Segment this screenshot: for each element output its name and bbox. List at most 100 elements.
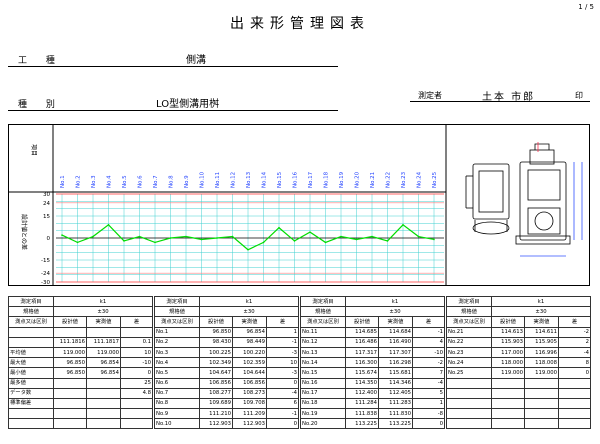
table-cell: 116.996 <box>524 346 559 359</box>
table-cell: 115.681 <box>378 367 413 379</box>
work-type-label: 工 種 <box>18 56 63 66</box>
table-row: No.16 114.350 114.346 -4 <box>300 377 445 389</box>
table-row: No.18 111.284 111.283 1 <box>300 397 445 410</box>
table-cell: 96.850 <box>53 357 87 369</box>
table-cell: No.13 <box>300 346 346 359</box>
table-row: No.8 109.689 109.708 6 <box>154 397 299 410</box>
table-row: No.2 98.430 98.449 -1 <box>154 336 299 348</box>
measurer-label: 測定者 <box>418 91 442 100</box>
table-cell <box>558 397 591 410</box>
x-tick-label: No.2 <box>76 175 82 188</box>
table-cell: 118.008 <box>524 357 559 369</box>
table-cell <box>446 377 492 389</box>
table-row <box>446 418 591 430</box>
table-cell: 6 <box>266 397 299 410</box>
table-cell: 113.225 <box>378 418 413 430</box>
page-number: 1 / 5 <box>578 3 594 11</box>
table-cell <box>491 397 525 410</box>
x-tick-label: No.19 <box>339 171 345 188</box>
table-cell: No.6 <box>154 377 200 389</box>
table-cell: 最多値 <box>8 377 54 389</box>
table-row: No.19 111.838 111.830 -8 <box>300 408 445 420</box>
measurer-underline <box>410 101 590 102</box>
table-row: No.22 115.903 115.905 2 <box>446 336 591 348</box>
column-header: 測点又は区別 <box>154 316 200 328</box>
x-tick-label: No.16 <box>293 171 299 188</box>
table-cell <box>491 408 525 420</box>
table-cell: No.24 <box>446 357 492 369</box>
item-label: 測定項目 <box>154 295 200 308</box>
table-cell: 117.317 <box>345 346 379 359</box>
x-tick-label: No.9 <box>184 175 190 188</box>
x-tick-label: No.18 <box>324 171 330 188</box>
table-cell: No.3 <box>154 346 200 359</box>
data-point <box>324 241 327 244</box>
table-cell: 100.220 <box>232 346 267 359</box>
table-cell <box>558 418 591 430</box>
table-cell: 10 <box>120 346 153 359</box>
table-cell: 118.000 <box>491 357 525 369</box>
table-cell: 96.854 <box>232 326 267 338</box>
table-cell: 2 <box>558 336 591 348</box>
work-type-underline <box>8 66 338 67</box>
standard-label: 規格値 <box>446 306 492 318</box>
y-tick-label: 15 <box>43 214 50 220</box>
table-row <box>446 377 591 389</box>
column-header: 差 <box>266 316 299 328</box>
table-cell: -4 <box>412 377 445 389</box>
table-row: データ数 4.8 <box>8 387 153 399</box>
item-label: 測定項目 <box>8 295 54 308</box>
table-cell: No.21 <box>446 326 492 338</box>
table-cell: -1 <box>412 326 445 338</box>
table-cell: -2 <box>412 357 445 369</box>
table-cell: No.1 <box>154 326 200 338</box>
x-tick-label: No.15 <box>277 171 283 188</box>
table-cell: 104.644 <box>232 367 267 379</box>
table-row: No.14 116.300 116.298 -2 <box>300 357 445 369</box>
column-header: 実測値 <box>378 316 413 328</box>
table-cell: 0 <box>120 367 153 379</box>
table-cell: -4 <box>558 346 591 359</box>
table-row <box>8 418 153 430</box>
table-cell <box>446 387 492 399</box>
table-cell: No.5 <box>154 367 200 379</box>
table-cell: No.9 <box>154 408 200 420</box>
table-cell: 112.400 <box>345 387 379 399</box>
data-point <box>278 226 280 229</box>
table-row: 最多値 25 <box>8 377 153 389</box>
table-cell <box>86 397 121 410</box>
table-row: No.10 112.903 112.903 0 <box>154 418 299 430</box>
table-row: No.25 119.000 119.000 0 <box>446 367 591 379</box>
table-cell: No.19 <box>300 408 346 420</box>
data-point <box>309 231 311 233</box>
table-cell <box>120 326 153 338</box>
table-cell: No.7 <box>154 387 200 399</box>
table-cell: -4 <box>266 387 299 399</box>
table-row: 111.1816 111.1817 0.1 <box>8 336 153 348</box>
data-point <box>200 238 203 241</box>
data-point <box>386 240 389 242</box>
table-cell: データ数 <box>8 387 54 399</box>
item-value: k1 <box>53 295 153 308</box>
column-header: 差 <box>120 316 153 328</box>
table-cell: 115.905 <box>524 336 559 348</box>
table-cell <box>8 336 54 348</box>
table-cell <box>53 397 87 410</box>
table-row: 標準偏差 <box>8 397 153 410</box>
table-cell: -2 <box>558 326 591 338</box>
table-cell: 98.449 <box>232 336 267 348</box>
data-point <box>371 235 373 238</box>
table-cell <box>558 387 591 399</box>
table-cell: No.8 <box>154 397 200 410</box>
y-label-top: 項目 <box>30 144 37 156</box>
column-header: 測点又は区別 <box>446 316 492 328</box>
table-cell: 111.283 <box>378 397 413 410</box>
table-cell: 114.684 <box>378 326 413 338</box>
table-cell: 98.430 <box>199 336 233 348</box>
table-cell: No.14 <box>300 357 346 369</box>
table-cell: 111.210 <box>199 408 233 420</box>
table-cell <box>120 408 153 420</box>
y-tick-label: -24 <box>41 271 50 277</box>
y-tick-label: 0 <box>47 236 51 242</box>
item-value: k1 <box>491 295 591 308</box>
